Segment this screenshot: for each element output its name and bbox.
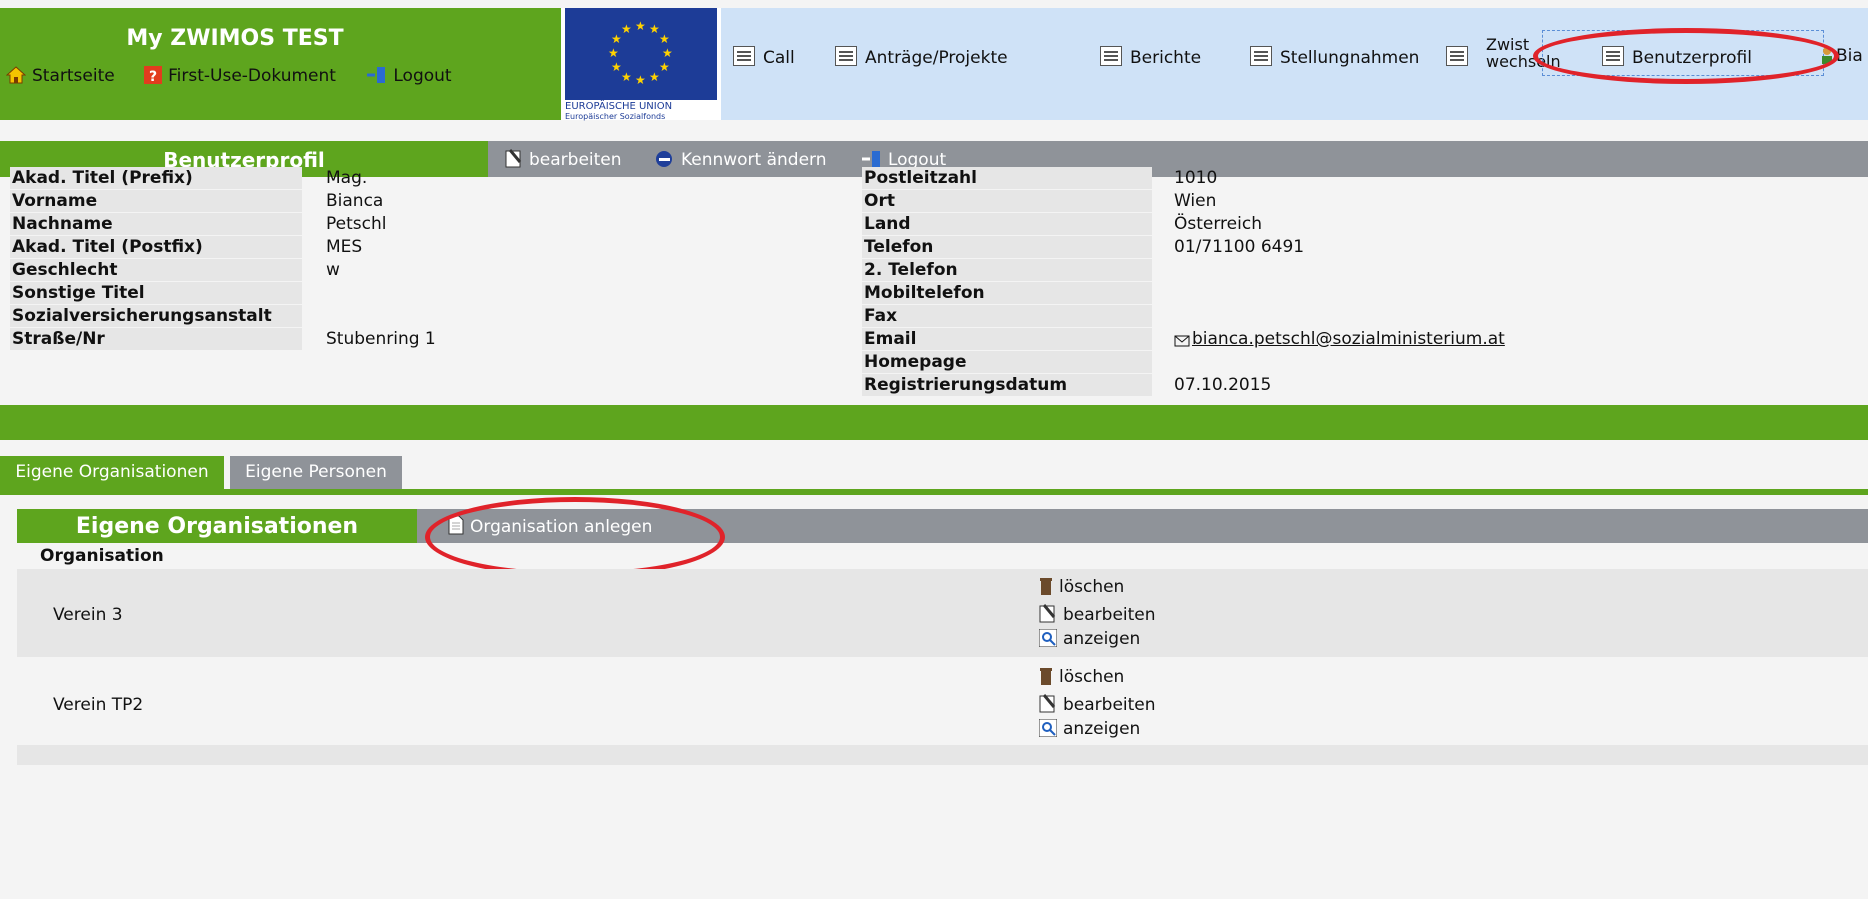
label-email: Email <box>862 328 1152 350</box>
svg-text:★: ★ <box>659 60 670 74</box>
label-telefon-2: 2. Telefon <box>862 259 1152 281</box>
edit-icon <box>1039 694 1056 713</box>
organisation-name: Verein 3 <box>53 605 123 625</box>
nav-antraege-projekte[interactable]: Anträge/Projekte <box>835 46 1008 68</box>
eu-flag-icon: ★ ★ ★ ★ ★ ★ ★ ★ ★ ★ ★ ★ <box>565 8 717 100</box>
organisation-name: Verein TP2 <box>53 695 144 715</box>
label-land: Land <box>862 213 1152 235</box>
value-telefon: 01/71100 6491 <box>1174 237 1305 257</box>
trash-icon <box>1040 668 1052 685</box>
section-divider <box>0 405 1868 440</box>
svg-text:★: ★ <box>635 19 646 33</box>
nav-call[interactable]: Call <box>733 46 795 68</box>
svg-text:★: ★ <box>659 32 670 46</box>
eu-stars-icon: ★ ★★★ ★★★★ ★★★★ <box>608 19 673 87</box>
label-titel-prefix: Akad. Titel (Prefix) <box>10 167 302 189</box>
value-nachname: Petschl <box>326 214 387 234</box>
svg-text:★: ★ <box>621 22 632 36</box>
column-header-organisation: Organisation <box>40 546 164 566</box>
eu-logo-text: EUROPÄISCHE UNION <box>565 101 673 112</box>
logout-icon <box>861 151 880 167</box>
label-geschlecht: Geschlecht <box>10 259 302 281</box>
highlight-ellipse-organisation-anlegen <box>425 497 725 577</box>
value-land: Österreich <box>1174 214 1262 234</box>
svg-text:?: ? <box>149 69 157 84</box>
change-password-button[interactable]: Kennwort ändern <box>655 150 841 170</box>
help-icon: ? <box>144 66 163 84</box>
label-titel-postfix: Akad. Titel (Postfix) <box>10 236 302 258</box>
trash-icon <box>1040 578 1052 595</box>
delete-button[interactable]: löschen <box>1039 577 1124 597</box>
list-icon <box>1446 46 1468 66</box>
edit-icon <box>505 149 522 168</box>
label-strasse-nr: Straße/Nr <box>10 328 302 350</box>
label-vorname: Vorname <box>10 190 302 212</box>
view-button[interactable]: anzeigen <box>1039 719 1140 739</box>
table-row-partial <box>17 745 1868 765</box>
key-icon <box>655 151 672 167</box>
email-link[interactable]: bianca.petschl@sozialministerium.at <box>1174 328 1505 350</box>
magnifier-icon <box>1039 719 1057 737</box>
value-ort: Wien <box>1174 191 1217 211</box>
svg-text:★: ★ <box>649 70 660 84</box>
mail-icon <box>1174 335 1190 347</box>
tab-underline <box>0 489 1868 495</box>
list-icon <box>1250 46 1272 66</box>
label-homepage: Homepage <box>862 351 1152 373</box>
edit-button[interactable]: bearbeiten <box>1039 603 1156 625</box>
highlight-ellipse-benutzerprofil <box>1533 28 1839 84</box>
list-icon <box>1100 46 1122 66</box>
svg-text:★: ★ <box>662 46 673 60</box>
svg-text:★: ★ <box>611 60 622 74</box>
profile-edit-button[interactable]: bearbeiten <box>505 149 636 170</box>
value-strasse-nr: Stubenring 1 <box>326 329 436 349</box>
label-telefon: Telefon <box>862 236 1152 258</box>
svg-text:★: ★ <box>621 70 632 84</box>
link-startseite[interactable]: Startseite <box>6 66 132 86</box>
nav-berichte[interactable]: Berichte <box>1100 46 1201 68</box>
label-registrierungsdatum: Registrierungsdatum <box>862 374 1152 396</box>
label-sonstige-titel: Sonstige Titel <box>10 282 302 304</box>
list-icon <box>835 46 857 66</box>
tab-eigene-organisationen[interactable]: Eigene Organisationen <box>0 456 224 489</box>
value-titel-postfix: MES <box>326 237 363 257</box>
value-geschlecht: w <box>326 260 340 280</box>
header-brand-panel <box>0 8 561 120</box>
edit-icon <box>1039 604 1056 623</box>
nav-zwist[interactable] <box>1446 46 1476 68</box>
value-vorname: Bianca <box>326 191 384 211</box>
table-row: Verein TP2 löschen bearbeiten anzeigen <box>17 657 1868 745</box>
view-button[interactable]: anzeigen <box>1039 629 1140 649</box>
list-icon <box>733 46 755 66</box>
logout-icon <box>367 67 386 83</box>
tab-eigene-personen[interactable]: Eigene Personen <box>230 456 402 489</box>
header-links: Startseite ? First-Use-Dokument Logout <box>6 66 476 86</box>
label-ort: Ort <box>862 190 1152 212</box>
table-row: Verein 3 löschen bearbeiten anzeigen <box>17 569 1868 657</box>
value-registrierungsdatum: 07.10.2015 <box>1174 375 1272 395</box>
nav-stellungnahmen[interactable]: Stellungnahmen <box>1250 46 1419 68</box>
label-nachname: Nachname <box>10 213 302 235</box>
link-logout-header[interactable]: Logout <box>365 66 463 86</box>
eu-logo-subtext: Europäischer Sozialfonds <box>565 112 666 121</box>
delete-button[interactable]: löschen <box>1039 667 1124 687</box>
link-first-use-dokument[interactable]: ? First-Use-Dokument <box>144 66 353 86</box>
organisations-title: Eigene Organisationen <box>75 514 359 539</box>
value-postleitzahl: 1010 <box>1174 168 1218 188</box>
app-title: My ZWIMOS TEST <box>126 26 344 51</box>
label-sozialversicherungsanstalt: Sozialversicherungsanstalt <box>10 305 302 327</box>
label-postleitzahl: Postleitzahl <box>862 167 1152 189</box>
magnifier-icon <box>1039 629 1057 647</box>
home-icon <box>6 66 26 84</box>
svg-text:★: ★ <box>608 46 619 60</box>
edit-button[interactable]: bearbeiten <box>1039 693 1156 715</box>
svg-text:★: ★ <box>635 73 646 87</box>
label-mobiltelefon: Mobiltelefon <box>862 282 1152 304</box>
value-titel-prefix: Mag. <box>326 168 368 188</box>
label-fax: Fax <box>862 305 1152 327</box>
